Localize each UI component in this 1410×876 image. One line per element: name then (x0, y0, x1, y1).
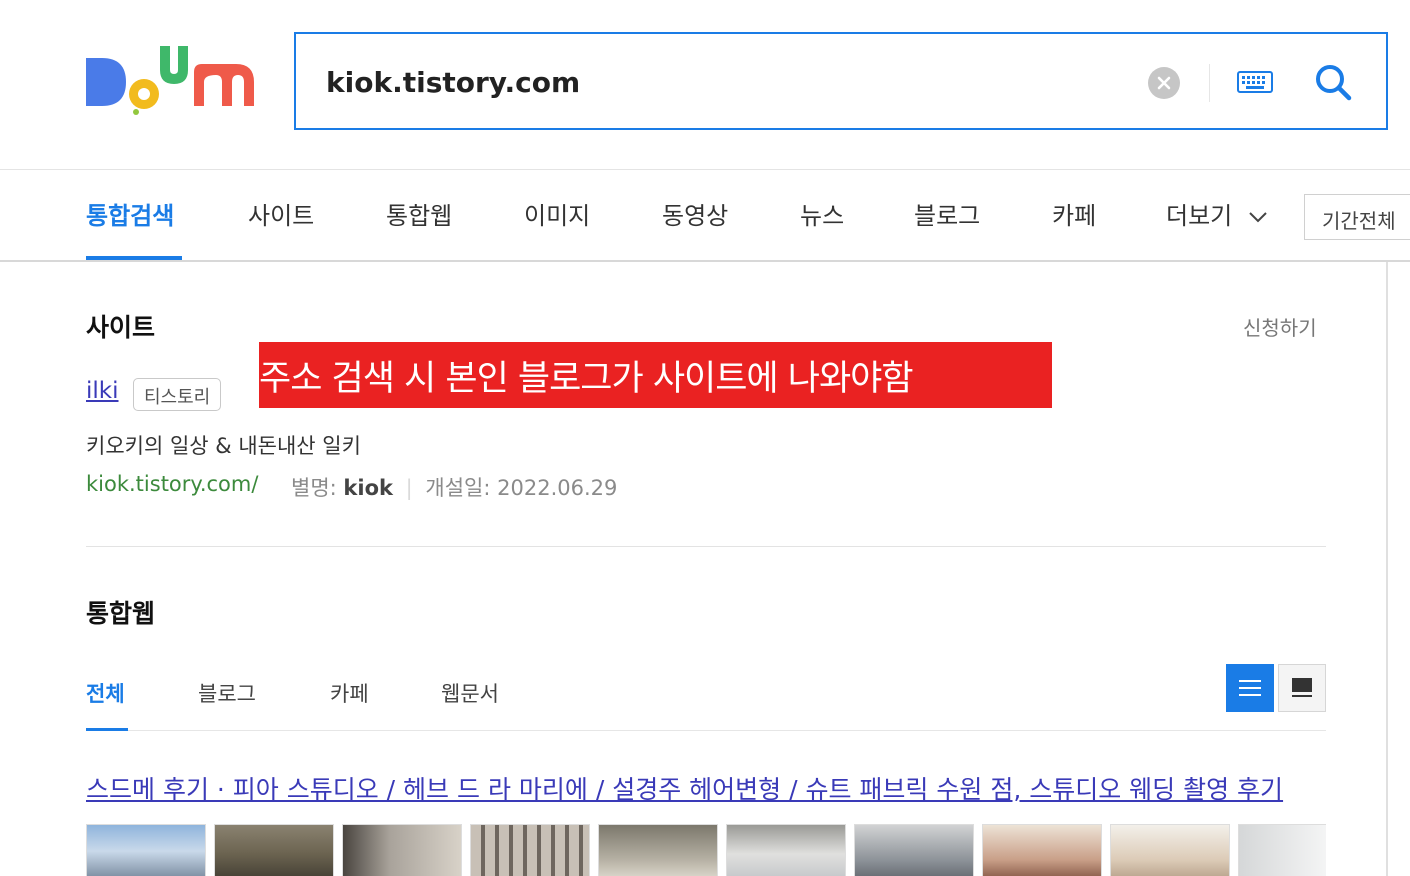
section-divider (86, 546, 1326, 547)
opened-label: 개설일: (425, 476, 491, 500)
site-description: 키오키의 일상 & 내돈내산 일키 (86, 434, 361, 458)
subtab-all[interactable]: 전체 (86, 678, 125, 708)
alias-label: 별명: (291, 476, 337, 500)
site-badge: 티스토리 (133, 378, 222, 411)
search-nav: 통합검색 사이트 통합웹 이미지 동영상 뉴스 블로그 카페 더보기 기간전체 (0, 170, 1410, 262)
result-title-link[interactable]: 스드메 후기 · 피아 스튜디오 / 헤브 드 라 마리에 / 설경주 헤어변형… (86, 770, 1326, 806)
tab-blog[interactable]: 블로그 (914, 196, 980, 231)
thumbnail-image[interactable] (470, 824, 590, 876)
tab-integrated-web[interactable]: 통합웹 (386, 196, 452, 231)
keyboard-icon[interactable] (1237, 68, 1273, 96)
search-box (294, 32, 1388, 130)
opened-value: 2022.06.29 (497, 476, 618, 500)
site-url-link[interactable]: kiok.tistory.com/ (86, 472, 258, 496)
header (0, 0, 1410, 170)
tab-more-label: 더보기 (1166, 202, 1233, 230)
alias-value: kiok (343, 476, 393, 500)
annotation-banner: 주소 검색 시 본인 블로그가 사이트에 나와야함 (259, 342, 1052, 408)
meta-separator: | (405, 476, 413, 500)
tab-site[interactable]: 사이트 (248, 196, 314, 231)
thumbnail-image[interactable] (342, 824, 462, 876)
subtab-baseline (86, 730, 1326, 731)
subtab-blog[interactable]: 블로그 (198, 678, 256, 708)
tab-cafe[interactable]: 카페 (1052, 196, 1096, 231)
active-subtab-indicator (86, 728, 128, 731)
close-icon (1157, 76, 1171, 90)
chevron-down-icon (1249, 212, 1267, 223)
result-thumbnails (86, 824, 1326, 876)
subtab-cafe[interactable]: 카페 (330, 678, 369, 708)
tab-more[interactable]: 더보기 (1166, 196, 1268, 231)
tab-news[interactable]: 뉴스 (800, 196, 844, 231)
tab-image[interactable]: 이미지 (524, 196, 590, 231)
clear-search-button[interactable] (1148, 67, 1180, 99)
tab-integrated-search[interactable]: 통합검색 (86, 196, 174, 231)
thumbnail-image[interactable] (598, 824, 718, 876)
thumbnail-image[interactable] (86, 824, 206, 876)
daum-logo[interactable] (86, 46, 256, 116)
thumbnail-image[interactable] (1110, 824, 1230, 876)
site-meta: 별명: kiok | 개설일: 2022.06.29 (291, 472, 617, 502)
thumbnail-image[interactable] (854, 824, 974, 876)
site-section-title: 사이트 (86, 313, 156, 342)
active-tab-indicator (86, 256, 182, 260)
thumbnail-image[interactable] (214, 824, 334, 876)
search-input[interactable] (326, 60, 1126, 104)
search-icon[interactable] (1313, 62, 1353, 102)
content-right-border (1386, 262, 1388, 876)
thumbnail-image[interactable] (1238, 824, 1326, 876)
card-view-button[interactable] (1278, 664, 1326, 712)
card-view-icon (1292, 678, 1312, 697)
subtab-webdoc[interactable]: 웹문서 (441, 678, 499, 708)
period-filter-button[interactable]: 기간전체 (1304, 194, 1410, 240)
list-icon (1239, 680, 1261, 696)
site-name-link[interactable]: ilki (86, 378, 119, 404)
tab-video[interactable]: 동영상 (662, 196, 728, 231)
list-view-button[interactable] (1226, 664, 1274, 712)
search-divider (1209, 64, 1210, 102)
thumbnail-image[interactable] (982, 824, 1102, 876)
web-section-title: 통합웹 (86, 599, 156, 628)
apply-link[interactable]: 신청하기 (1243, 312, 1317, 341)
thumbnail-image[interactable] (726, 824, 846, 876)
